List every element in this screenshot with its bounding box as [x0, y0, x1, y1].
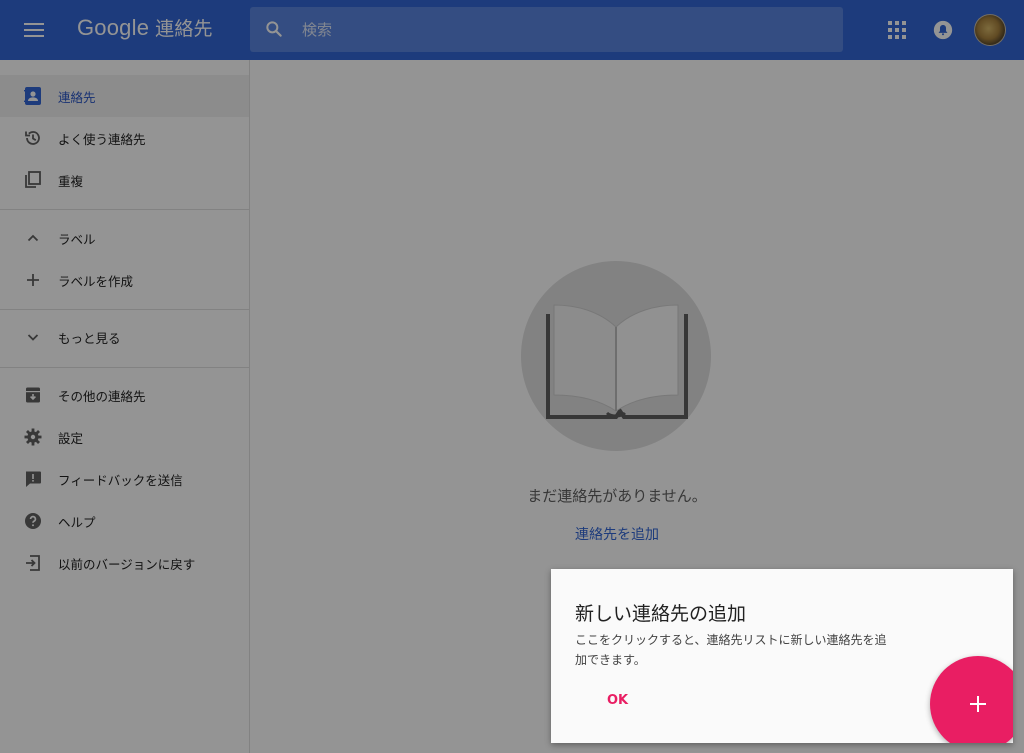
tooltip-title: 新しい連絡先の追加 — [575, 603, 747, 625]
create-contact-fab[interactable] — [930, 656, 1013, 743]
plus-icon — [970, 696, 986, 712]
add-contact-tooltip-card: 新しい連絡先の追加 ここをクリックすると、連絡先リストに新しい連絡先を追加できま… — [551, 569, 1013, 743]
ok-button[interactable]: OK — [595, 689, 640, 712]
tooltip-description: ここをクリックすると、連絡先リストに新しい連絡先を追加できます。 — [575, 633, 887, 667]
